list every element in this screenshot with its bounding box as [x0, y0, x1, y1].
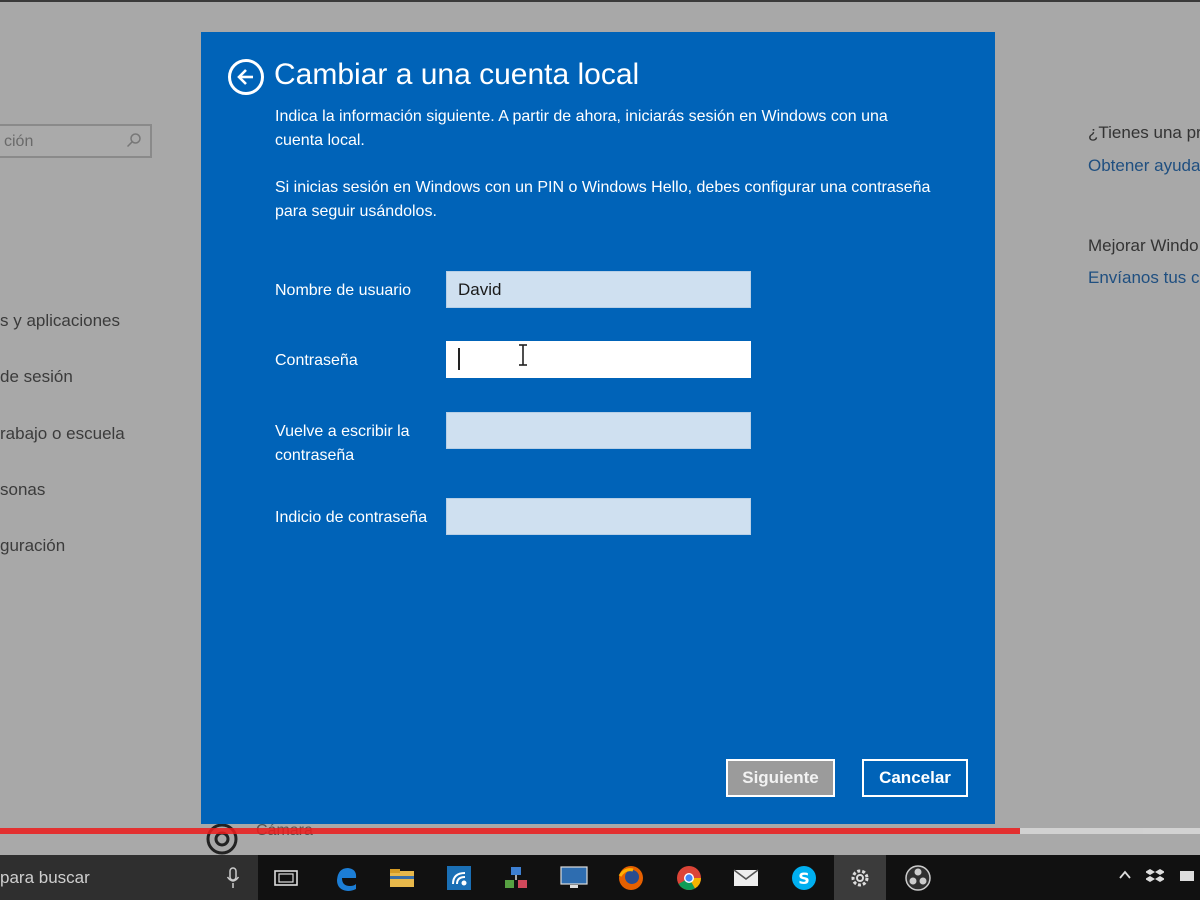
firefox-icon[interactable]: [615, 862, 647, 894]
password-field[interactable]: [446, 341, 751, 378]
get-help-link[interactable]: Obtener ayuda: [1088, 156, 1200, 176]
window-top-border: [0, 0, 1200, 2]
svg-text:S: S: [798, 869, 810, 888]
obs-icon[interactable]: [902, 862, 934, 894]
task-view-icon[interactable]: [270, 862, 302, 894]
taskbar: para buscar S: [0, 855, 1200, 900]
back-button[interactable]: [228, 59, 264, 95]
nav-item-sync[interactable]: guración: [0, 536, 65, 556]
dropbox-icon[interactable]: [1145, 868, 1165, 887]
next-button[interactable]: Siguiente: [726, 759, 835, 797]
cancel-button[interactable]: Cancelar: [862, 759, 968, 797]
microphone-icon[interactable]: [226, 867, 240, 889]
show-hidden-icons[interactable]: [1118, 868, 1132, 884]
edge-icon[interactable]: [330, 862, 362, 894]
password-label: Contraseña: [275, 352, 358, 369]
monitor-icon[interactable]: [558, 862, 590, 894]
network-icon[interactable]: [443, 862, 475, 894]
settings-search-box[interactable]: ción: [0, 124, 152, 158]
nav-item-apps[interactable]: s y aplicaciones: [0, 311, 120, 331]
back-arrow-icon: [237, 69, 253, 85]
video-progress-bar[interactable]: [0, 828, 1200, 834]
username-field[interactable]: [446, 271, 751, 308]
nav-item-people[interactable]: sonas: [0, 480, 45, 500]
skype-icon[interactable]: S: [788, 862, 820, 894]
password-hint-field[interactable]: [446, 498, 751, 535]
password-repeat-field[interactable]: [446, 412, 751, 449]
tray-partial-icon[interactable]: [1178, 868, 1194, 887]
ibeam-cursor-icon: [519, 344, 527, 366]
settings-search-placeholder: ción: [4, 133, 34, 150]
local-account-dialog: Cambiar a una cuenta local Indica la inf…: [201, 32, 995, 824]
mail-icon[interactable]: [730, 862, 762, 894]
search-icon: [126, 133, 141, 148]
chrome-icon[interactable]: [673, 862, 705, 894]
dialog-intro-text: Indica la información siguiente. A parti…: [275, 108, 888, 149]
taskbar-search-box[interactable]: para buscar: [0, 855, 258, 900]
password-hint-label: Indicio de contraseña: [275, 509, 428, 526]
send-feedback-link[interactable]: Envíanos tus c: [1088, 268, 1200, 288]
username-label: Nombre de usuario: [275, 282, 412, 299]
nav-item-work-school[interactable]: rabajo o escuela: [0, 424, 125, 444]
improve-windows-title: Mejorar Windo: [1088, 236, 1199, 255]
taskbar-search-text: para buscar: [0, 868, 90, 887]
dialog-pin-text: Si inicias sesión en Windows con un PIN …: [275, 179, 931, 220]
remote-desktop-icon[interactable]: [500, 862, 532, 894]
settings-icon[interactable]: [844, 862, 876, 894]
video-progress-fill: [0, 828, 1020, 834]
help-question-title: ¿Tienes una pr: [1088, 123, 1200, 142]
nav-item-signin[interactable]: de sesión: [0, 367, 73, 387]
password-repeat-label: Vuelve a escribir la contraseña: [275, 423, 410, 464]
file-explorer-icon[interactable]: [386, 862, 418, 894]
dialog-title: Cambiar a una cuenta local: [274, 58, 640, 91]
text-caret: [458, 348, 460, 370]
